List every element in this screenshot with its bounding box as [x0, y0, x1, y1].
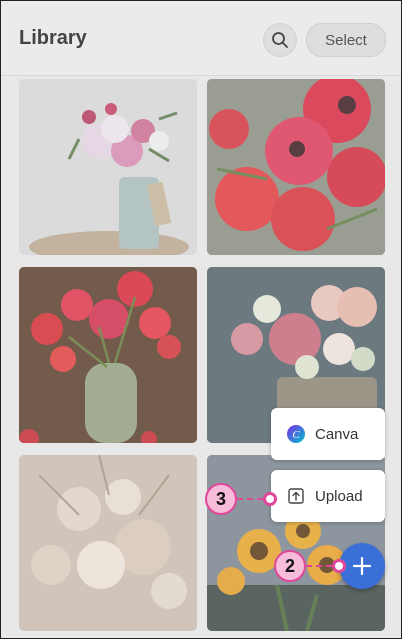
canva-menu-item[interactable]: C Canva — [271, 408, 385, 460]
library-header: Library Select — [1, 1, 401, 76]
photo-pink-bouquet-image — [19, 79, 197, 255]
page-title: Library — [19, 27, 87, 49]
search-button[interactable] — [263, 23, 297, 57]
photo-tile-poppies-vase[interactable] — [19, 267, 197, 443]
photo-tile-white-roses[interactable] — [19, 455, 197, 631]
canva-logo-icon: C — [287, 425, 305, 443]
photo-tile-pink-bouquet[interactable] — [19, 79, 197, 255]
upload-icon — [288, 488, 304, 504]
callout-step-3: 3 — [205, 483, 237, 515]
select-button[interactable]: Select — [306, 23, 386, 57]
app-frame: Library Select C Canva Upload 3 2 — [0, 0, 402, 639]
canva-label: Canva — [315, 425, 359, 443]
svg-text:C: C — [292, 429, 300, 441]
photo-tile-red-poppies[interactable] — [207, 79, 385, 255]
photo-white-roses-image — [19, 455, 197, 631]
upload-menu-item[interactable]: Upload — [271, 470, 385, 522]
callout-step-2-target — [332, 559, 346, 573]
photo-red-poppies-image — [207, 79, 385, 255]
callout-step-3-target — [263, 492, 277, 506]
upload-label: Upload — [315, 487, 363, 505]
callout-step-2-connector — [306, 565, 332, 567]
photo-poppies-vase-image — [19, 267, 197, 443]
plus-icon — [352, 556, 372, 576]
callout-step-3-connector — [237, 498, 263, 500]
search-icon — [272, 32, 288, 48]
callout-step-2: 2 — [274, 550, 306, 582]
